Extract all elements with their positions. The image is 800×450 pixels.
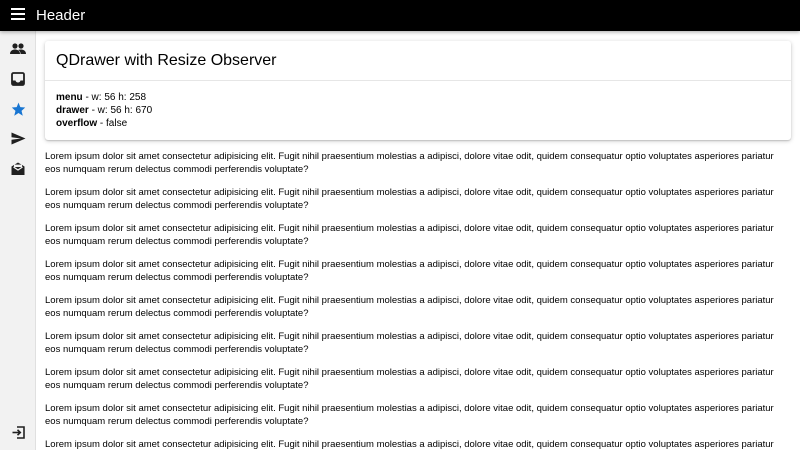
lorem-paragraph: Lorem ipsum dolor sit amet consectetur a…: [45, 187, 774, 211]
lorem-paragraph: Lorem ipsum dolor sit amet consectetur a…: [45, 331, 774, 355]
drawer-item-exit[interactable]: [0, 420, 36, 450]
drawer-item-send[interactable]: [0, 126, 36, 156]
info-row-menu: menu - w: 56 h: 258: [56, 91, 780, 104]
card-body: menu - w: 56 h: 258 drawer - w: 56 h: 67…: [45, 81, 791, 140]
drawer-item-star[interactable]: [0, 96, 36, 126]
people-icon: [10, 42, 26, 60]
lorem-paragraph: Lorem ipsum dolor sit amet consectetur a…: [45, 295, 774, 319]
info-card: QDrawer with Resize Observer menu - w: 5…: [45, 41, 791, 140]
drawer-item-people[interactable]: [0, 36, 36, 66]
info-value: - w: 56 h: 258: [82, 92, 147, 103]
page-content: QDrawer with Resize Observer menu - w: 5…: [36, 31, 800, 450]
drawer-item-drafts[interactable]: [0, 156, 36, 186]
info-row-overflow: overflow - false: [56, 117, 780, 130]
info-label: menu: [56, 92, 83, 103]
drawer-item-inbox[interactable]: [0, 66, 36, 96]
star-icon: [11, 102, 26, 121]
send-icon: [11, 132, 26, 150]
menu-button[interactable]: [0, 0, 36, 31]
inbox-icon: [11, 71, 25, 91]
info-label: overflow: [56, 118, 98, 129]
lorem-paragraph: Lorem ipsum dolor sit amet consectetur a…: [45, 223, 774, 247]
card-title: QDrawer with Resize Observer: [45, 41, 791, 81]
lorem-paragraph: Lorem ipsum dolor sit amet consectetur a…: [45, 259, 774, 283]
lorem-paragraph: Lorem ipsum dolor sit amet consectetur a…: [45, 151, 774, 175]
exit-icon: [12, 426, 25, 444]
info-label: drawer: [56, 105, 89, 116]
info-value: - false: [97, 118, 128, 129]
lorem-paragraph: Lorem ipsum dolor sit amet consectetur a…: [45, 403, 774, 427]
info-row-drawer: drawer - w: 56 h: 670: [56, 104, 780, 117]
info-value: - w: 56 h: 670: [88, 105, 153, 116]
lorem-paragraph: Lorem ipsum dolor sit amet consectetur a…: [45, 367, 774, 391]
menu-icon: [11, 7, 25, 25]
header-title: Header: [36, 7, 86, 24]
drafts-icon: [11, 162, 25, 181]
lorem-paragraph: Lorem ipsum dolor sit amet consectetur a…: [45, 439, 774, 450]
side-drawer: [0, 31, 36, 450]
app-header: Header: [0, 0, 800, 31]
